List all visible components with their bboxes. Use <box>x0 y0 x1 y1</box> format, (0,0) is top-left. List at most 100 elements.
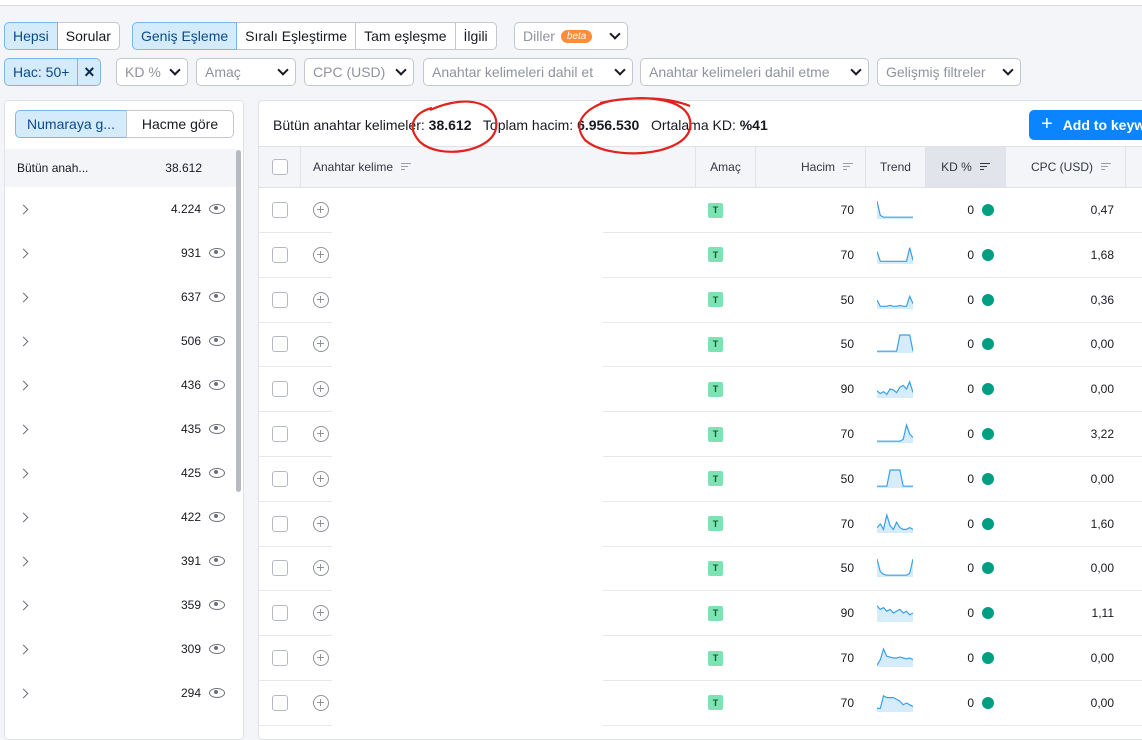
row-checkbox-cell <box>272 591 288 635</box>
col-intent[interactable]: Amaç <box>696 147 756 187</box>
chevron-right-icon[interactable] <box>18 336 29 346</box>
row-checkbox[interactable] <box>272 336 288 353</box>
eye-icon[interactable] <box>209 644 225 654</box>
sidebar-all-keywords-row[interactable]: Bütün anah... 38.612 <box>5 149 237 187</box>
sidebar-group-row[interactable]: 637 <box>5 275 237 319</box>
add-keyword-icon[interactable] <box>313 202 329 218</box>
tab-related[interactable]: İlgili <box>454 22 497 50</box>
add-keyword-icon[interactable] <box>313 515 329 532</box>
eye-icon[interactable] <box>209 688 225 698</box>
add-keyword-icon[interactable] <box>313 336 329 353</box>
sidebar-group-row[interactable]: 506 <box>5 319 237 363</box>
volume-cell: 70 <box>756 636 854 680</box>
eye-icon[interactable] <box>209 468 225 478</box>
sidebar-group-row[interactable]: 422 <box>5 495 237 539</box>
table-row: T 70 0 0,00 <box>259 636 1142 681</box>
col-cpc[interactable]: CPC (USD) <box>1006 147 1126 187</box>
sort-icon <box>979 163 990 171</box>
add-keyword-icon[interactable] <box>313 560 329 577</box>
eye-icon[interactable] <box>209 512 225 522</box>
row-checkbox[interactable] <box>272 560 288 577</box>
row-checkbox[interactable] <box>272 202 288 218</box>
tab-by-volume[interactable]: Hacme göre <box>126 110 234 138</box>
col-intent-label: Amaç <box>710 160 741 174</box>
chevron-right-icon[interactable] <box>18 556 29 566</box>
chevron-right-icon[interactable] <box>18 248 29 258</box>
include-keywords-label: Anahtar kelimeleri dahil et <box>432 64 594 80</box>
add-keyword-icon[interactable] <box>313 381 329 398</box>
row-checkbox-cell <box>272 233 288 277</box>
eye-icon[interactable] <box>209 556 225 566</box>
languages-dropdown[interactable]: Diller beta <box>514 22 628 50</box>
tab-exact-match[interactable]: Tam eşleşme <box>355 22 456 50</box>
select-all-checkbox[interactable] <box>271 159 288 175</box>
chevron-right-icon[interactable] <box>18 688 29 698</box>
intent-dropdown[interactable]: Amaç <box>196 58 296 86</box>
eye-icon[interactable] <box>209 292 225 302</box>
chevron-right-icon[interactable] <box>18 600 29 610</box>
chevron-right-icon[interactable] <box>18 468 29 478</box>
cpc-dropdown[interactable]: CPC (USD) <box>304 58 414 86</box>
add-keyword-icon[interactable] <box>313 694 329 711</box>
eye-icon[interactable] <box>209 248 225 258</box>
sidebar-group-row[interactable]: 391 <box>5 539 237 583</box>
row-checkbox[interactable] <box>272 605 288 622</box>
sidebar-group-row[interactable]: 436 <box>5 363 237 407</box>
row-checkbox-cell <box>272 681 288 725</box>
volume-chip-label[interactable]: Hac: 50+ <box>4 58 79 86</box>
col-volume[interactable]: Hacim <box>756 147 866 187</box>
exclude-keywords-dropdown[interactable]: Anahtar kelimeleri dahil etme <box>640 58 869 86</box>
sidebar-group-row[interactable]: 359 <box>5 583 237 627</box>
row-checkbox[interactable] <box>272 694 288 711</box>
sidebar-group-row[interactable]: 931 <box>5 231 237 275</box>
row-checkbox[interactable] <box>272 426 288 442</box>
add-keyword-icon[interactable] <box>313 426 329 442</box>
tab-phrase-match[interactable]: Sıralı Eşleştirme <box>236 22 357 50</box>
sidebar-group-row[interactable]: 425 <box>5 451 237 495</box>
sidebar-group-row[interactable]: 294 <box>5 671 237 715</box>
eye-icon[interactable] <box>209 600 225 610</box>
add-to-keyword-list-button[interactable]: + Add to keyw <box>1029 110 1142 140</box>
add-keyword-icon[interactable] <box>313 470 329 487</box>
eye-icon[interactable] <box>209 204 225 214</box>
add-keyword-icon[interactable] <box>313 291 329 308</box>
sidebar-group-row[interactable]: 309 <box>5 627 237 671</box>
row-checkbox[interactable] <box>272 470 288 487</box>
keyword-cell <box>313 681 329 725</box>
chevron-right-icon[interactable] <box>18 512 29 522</box>
col-keyword[interactable]: Anahtar kelime <box>301 147 696 187</box>
row-checkbox[interactable] <box>272 381 288 398</box>
add-keyword-icon[interactable] <box>313 605 329 622</box>
sort-icon <box>401 163 412 171</box>
chevron-right-icon[interactable] <box>18 292 29 302</box>
eye-icon[interactable] <box>209 380 225 390</box>
kd-dropdown[interactable]: KD % <box>116 58 188 86</box>
add-keyword-icon[interactable] <box>313 650 329 666</box>
add-keyword-icon[interactable] <box>313 246 329 263</box>
col-kd[interactable]: KD % <box>926 147 1006 187</box>
chevron-right-icon[interactable] <box>18 644 29 654</box>
include-keywords-dropdown[interactable]: Anahtar kelimeleri dahil et <box>423 58 633 86</box>
sidebar-group-row[interactable]: 4.224 <box>5 187 237 231</box>
chevron-right-icon[interactable] <box>18 424 29 434</box>
chevron-right-icon[interactable] <box>18 380 29 390</box>
eye-icon[interactable] <box>209 424 225 434</box>
advanced-filters-dropdown[interactable]: Gelişmiş filtreler <box>877 58 1021 86</box>
chevron-right-icon[interactable] <box>18 204 29 214</box>
tab-by-number[interactable]: Numaraya g... <box>15 110 127 138</box>
row-checkbox[interactable] <box>272 291 288 308</box>
tab-all[interactable]: Hepsi <box>4 22 58 50</box>
sidebar-scrollbar[interactable] <box>236 150 241 492</box>
row-checkbox[interactable] <box>272 515 288 532</box>
row-checkbox[interactable] <box>272 650 288 666</box>
col-trend[interactable]: Trend <box>866 147 926 187</box>
tab-questions[interactable]: Sorular <box>56 22 120 50</box>
eye-icon[interactable] <box>209 336 225 346</box>
close-icon[interactable]: × <box>77 58 102 86</box>
tab-broad-match[interactable]: Geniş Eşleme <box>132 22 238 50</box>
trend-line <box>877 200 913 218</box>
plus-icon: + <box>1041 112 1053 135</box>
cpc-cell: 0,00 <box>1006 636 1114 680</box>
row-checkbox[interactable] <box>272 246 288 263</box>
sidebar-group-row[interactable]: 435 <box>5 407 237 451</box>
